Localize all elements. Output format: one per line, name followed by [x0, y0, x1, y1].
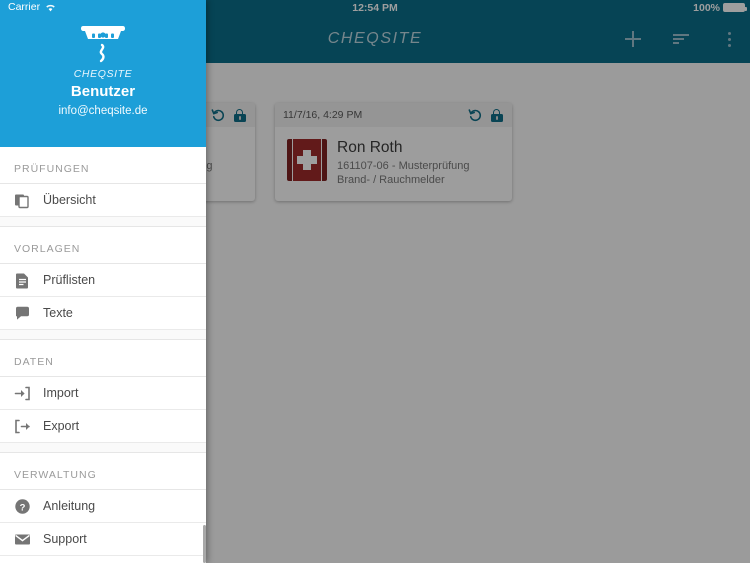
document-icon: [14, 272, 31, 289]
carrier-label: Carrier: [8, 1, 41, 13]
drawer-menu: PRÜFUNGEN Übersicht VORLAGEN Prüflisten …: [0, 147, 206, 563]
sidebar-item-texte[interactable]: Texte: [0, 297, 206, 330]
sidebar-item-label: Prüflisten: [43, 273, 96, 287]
sidebar-item-profil[interactable]: Profil: [0, 556, 206, 563]
drawer-divider: [0, 330, 206, 340]
drawer-divider: [0, 443, 206, 453]
drawer-status-bar: Carrier: [8, 1, 56, 13]
wifi-icon: [45, 3, 56, 12]
sidebar-item-label: Texte: [43, 306, 73, 320]
sidebar-item-prueflisten[interactable]: Prüflisten: [0, 264, 206, 297]
drawer-divider: [0, 217, 206, 227]
copy-pages-icon: [14, 192, 31, 209]
sidebar-item-label: Support: [43, 532, 87, 546]
section-label-vorlagen: VORLAGEN: [0, 227, 206, 264]
app-root: 12:54 PM 100% CHEQSITE 11/7/16, 4:29 PM: [0, 0, 750, 563]
navigation-drawer: Carrier CHEQSITE Benutzer info@cheqsite.…: [0, 0, 206, 563]
import-arrow-icon: [14, 385, 31, 402]
drawer-scrollbar[interactable]: [203, 525, 206, 563]
smoke-detector-icon: [74, 22, 132, 66]
section-label-daten: DATEN: [0, 340, 206, 377]
drawer-user-name: Benutzer: [70, 83, 136, 100]
question-circle-icon: ?: [14, 498, 31, 515]
section-label-verwaltung: VERWALTUNG: [0, 453, 206, 490]
sidebar-item-label: Anleitung: [43, 499, 96, 513]
section-label-pruefungen: PRÜFUNGEN: [0, 147, 206, 184]
drawer-brand: CHEQSITE: [73, 68, 133, 80]
sidebar-item-label: Übersicht: [43, 193, 96, 207]
envelope-icon: [14, 531, 31, 548]
sidebar-item-label: Export: [43, 419, 80, 433]
sidebar-item-import[interactable]: Import: [0, 377, 206, 410]
svg-text:?: ?: [20, 502, 26, 513]
sidebar-item-anleitung[interactable]: ? Anleitung: [0, 490, 206, 523]
sidebar-item-uebersicht[interactable]: Übersicht: [0, 184, 206, 217]
sidebar-item-support[interactable]: Support: [0, 523, 206, 556]
sidebar-item-label: Import: [43, 386, 79, 400]
sidebar-item-export[interactable]: Export: [0, 410, 206, 443]
export-arrow-icon: [14, 418, 31, 435]
drawer-header: Carrier CHEQSITE Benutzer info@cheqsite.…: [0, 0, 206, 147]
speech-bubble-icon: [14, 305, 31, 322]
drawer-user-email: info@cheqsite.de: [58, 105, 148, 117]
